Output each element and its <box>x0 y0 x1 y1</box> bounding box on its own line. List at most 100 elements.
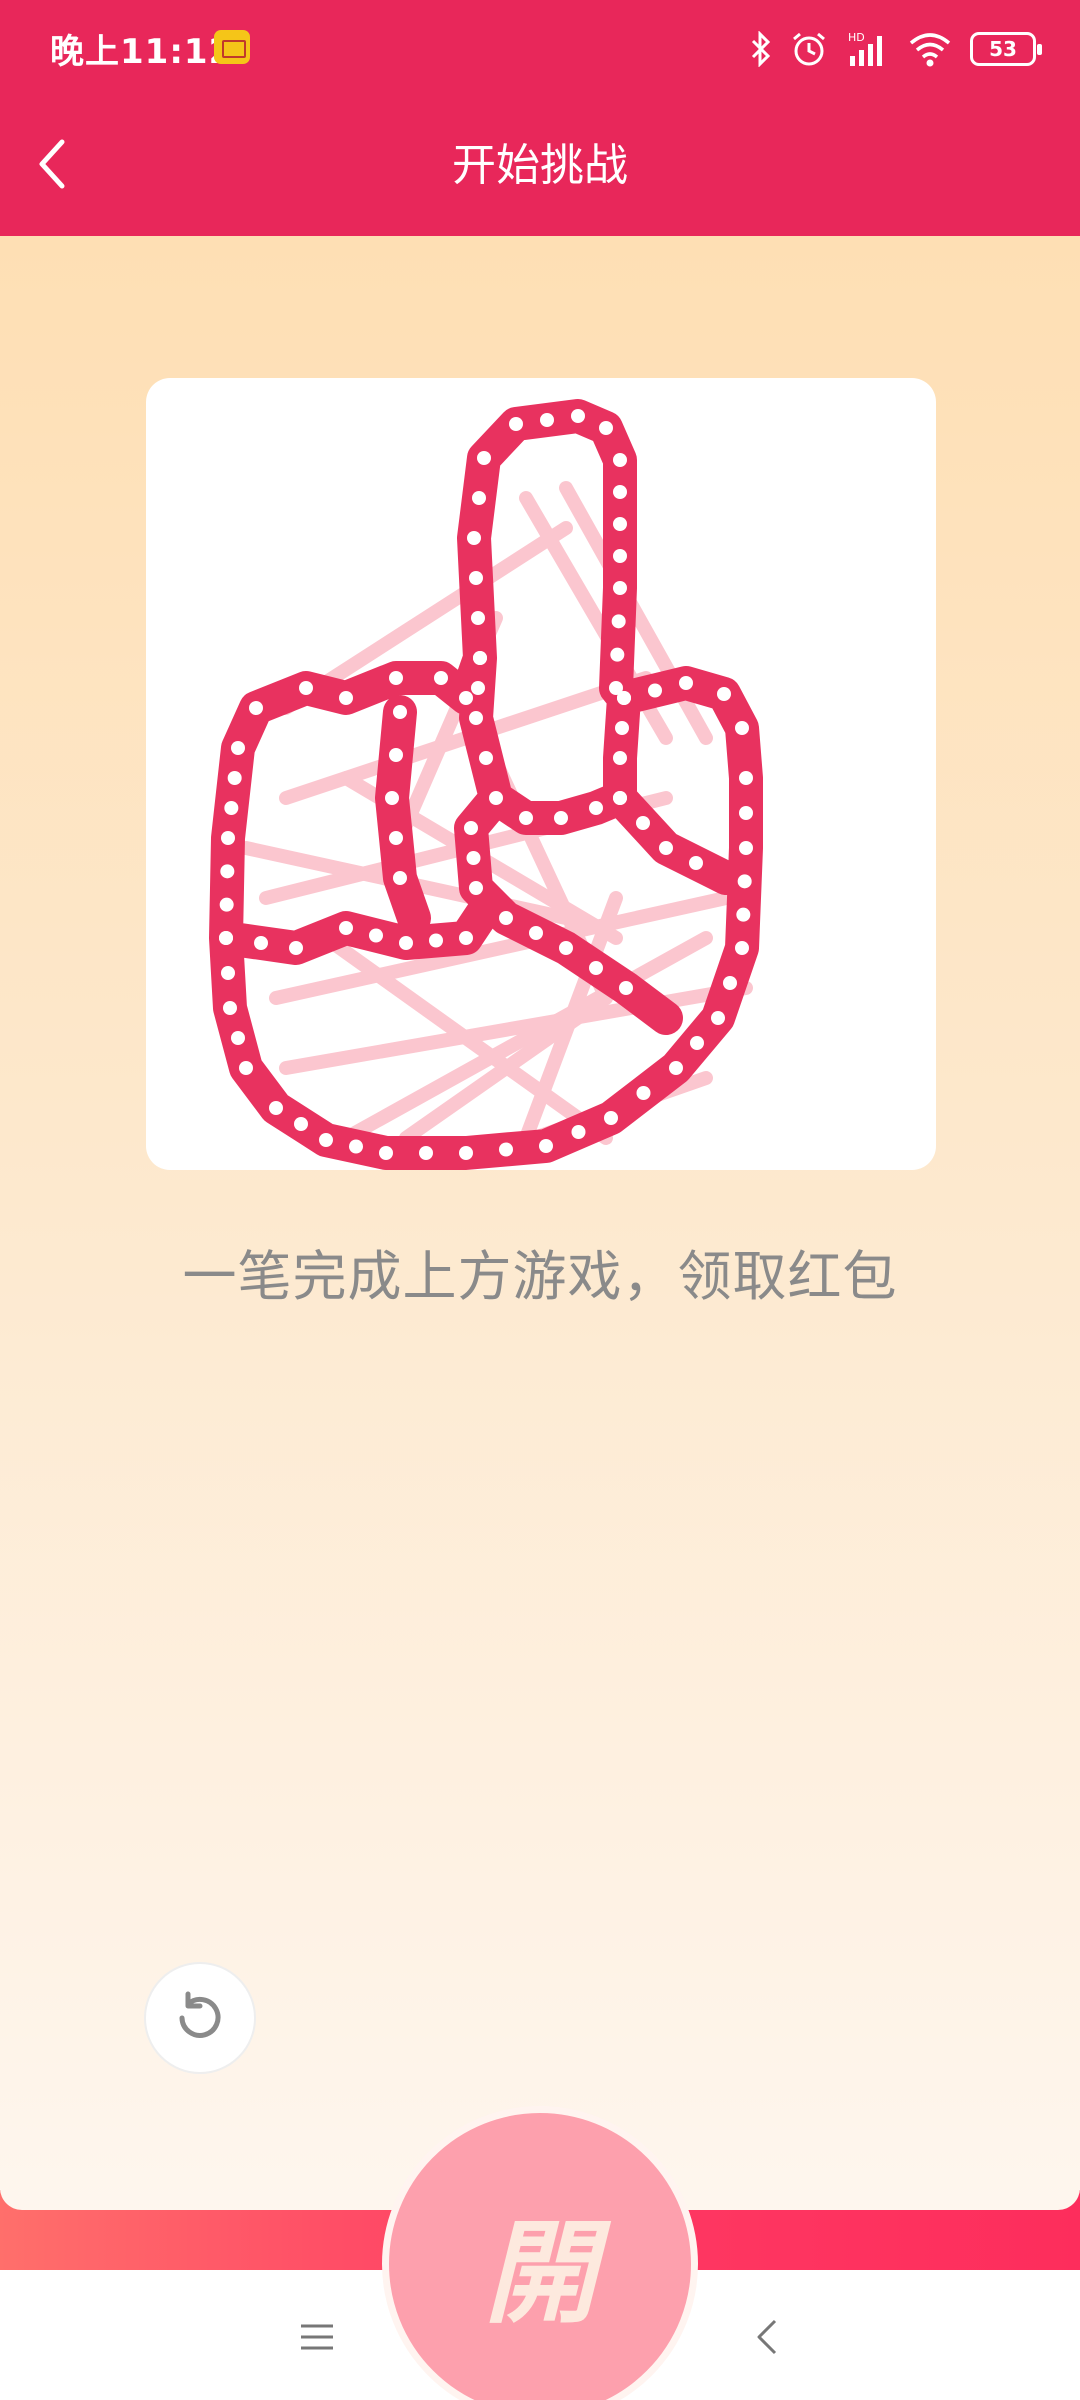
puzzle-canvas[interactable] <box>146 378 936 1170</box>
path-dot-83 <box>339 921 353 935</box>
path-dot-88 <box>473 651 487 665</box>
path-dot-23 <box>690 1036 704 1050</box>
path-dot-46 <box>227 771 242 785</box>
path-dot-8 <box>610 647 625 662</box>
menu-icon <box>301 2324 333 2350</box>
bluetooth-icon <box>751 31 771 67</box>
mail-icon <box>214 30 250 64</box>
path-dot-50 <box>339 691 353 705</box>
path-dot-59 <box>477 451 491 465</box>
alarm-icon <box>793 32 825 66</box>
path-dot-34 <box>319 1133 333 1147</box>
refresh-icon <box>179 1991 221 2038</box>
path-dot-13 <box>717 687 731 701</box>
path-dot-35 <box>294 1117 308 1131</box>
path-dot-70 <box>519 811 533 825</box>
status-bar: 晚上11:12 HD 53 <box>0 0 1080 96</box>
path-dot-77 <box>559 941 573 955</box>
path-dot-37 <box>239 1061 253 1075</box>
path-dot-64 <box>385 791 399 805</box>
path-dot-98 <box>689 856 703 870</box>
path-dot-22 <box>711 1011 725 1025</box>
path-dot-51 <box>389 671 403 685</box>
path-dot-5 <box>613 549 627 563</box>
path-dot-29 <box>499 1142 513 1157</box>
path-dot-6 <box>613 581 627 595</box>
path-dot-52 <box>434 671 448 685</box>
path-dot-30 <box>459 1146 473 1160</box>
path-dot-3 <box>613 485 627 499</box>
path-dot-97 <box>659 841 673 855</box>
open-red-packet-button[interactable]: 開 <box>382 2106 698 2400</box>
svg-text:HD: HD <box>848 31 865 44</box>
path-dot-81 <box>254 936 268 950</box>
path-dot-55 <box>471 611 485 625</box>
path-dot-82 <box>289 941 303 955</box>
path-dot-25 <box>636 1086 651 1100</box>
path-dot-24 <box>669 1061 683 1075</box>
path-dot-48 <box>249 701 263 715</box>
path-dot-63 <box>389 748 403 762</box>
path-dot-21 <box>723 976 737 990</box>
path-dot-68 <box>589 801 603 815</box>
path-dot-47 <box>231 741 245 755</box>
path-dot-89 <box>471 681 485 695</box>
path-dot-69 <box>554 811 568 825</box>
signal-icon: HD <box>848 31 882 66</box>
path-dot-58 <box>472 491 486 505</box>
path-dot-36 <box>269 1101 283 1115</box>
reset-button[interactable] <box>144 1962 256 2074</box>
path-dot-28 <box>539 1139 553 1153</box>
path-dot-92 <box>617 691 631 705</box>
menu-button[interactable] <box>282 2302 352 2372</box>
path-dot-39 <box>223 1001 237 1015</box>
path-dot-38 <box>231 1031 245 1045</box>
path-dot-43 <box>220 864 235 879</box>
path-dot-62 <box>393 705 407 719</box>
path-dot-12 <box>679 676 693 690</box>
status-icons: HD 53 <box>750 22 1042 76</box>
path-dot-74 <box>469 881 483 895</box>
path-dot-65 <box>389 831 403 845</box>
path-dot-14 <box>735 721 749 735</box>
path-dot-78 <box>589 961 603 975</box>
path-dot-7 <box>611 614 626 629</box>
path-dot-71 <box>489 791 503 805</box>
path-dot-40 <box>221 966 235 980</box>
path-dot-56 <box>469 571 483 585</box>
path-dot-75 <box>499 911 513 925</box>
path-dot-66 <box>393 871 407 885</box>
path-dot-19 <box>736 907 751 922</box>
path-dot-84 <box>369 928 383 943</box>
back-button[interactable] <box>12 124 92 204</box>
path-dot-4 <box>613 517 627 531</box>
path-dot-2 <box>613 453 627 467</box>
path-dot-17 <box>739 841 753 855</box>
path-dot-49 <box>299 681 313 695</box>
wifi-icon <box>909 33 951 67</box>
path-dot-27 <box>571 1125 586 1139</box>
puzzle-board[interactable] <box>146 378 936 1170</box>
path-dot-96 <box>636 816 650 830</box>
path-dot-73 <box>466 851 481 865</box>
path-dot-79 <box>619 981 633 995</box>
path-dot-93 <box>615 721 629 735</box>
path-dot-11 <box>648 683 662 698</box>
path-dot-18 <box>737 874 752 889</box>
path-dot-72 <box>464 821 478 835</box>
path-dot-85 <box>399 936 413 950</box>
path-dot-90 <box>469 711 483 725</box>
puzzle-path <box>209 399 763 1170</box>
path-dot-32 <box>379 1146 393 1160</box>
path-dot-44 <box>221 831 235 845</box>
chevron-left-icon <box>39 139 65 189</box>
path-dot-91 <box>479 751 493 765</box>
path-dot-53 <box>459 691 473 705</box>
path-dot-94 <box>613 751 627 765</box>
path-dot-80 <box>219 931 233 945</box>
path-dot-61 <box>540 413 554 427</box>
path-dot-86 <box>429 933 443 948</box>
system-back-button[interactable] <box>732 2302 802 2372</box>
path-dot-31 <box>419 1146 433 1160</box>
path-dot-20 <box>735 941 749 955</box>
